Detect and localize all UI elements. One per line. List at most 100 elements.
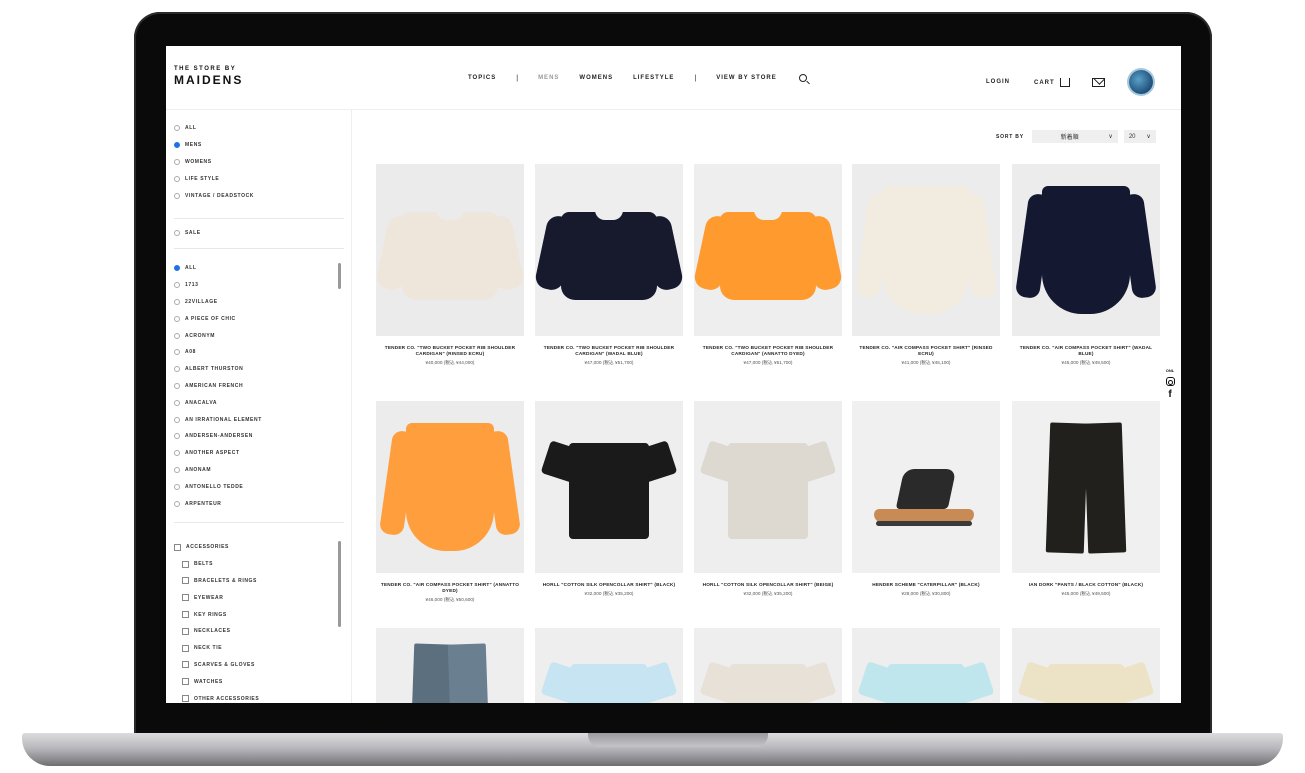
brand-radio[interactable]: [174, 315, 180, 322]
nav-womens[interactable]: WOMENS: [579, 75, 613, 81]
item-checkbox[interactable]: [174, 543, 181, 551]
item-filter-item[interactable]: NECKLACES: [174, 623, 344, 640]
brand-radio[interactable]: [174, 282, 180, 289]
product-card[interactable]: IAN DORK "PANTS / BLACK COTTON" (BLACK) ¥…: [1012, 401, 1160, 597]
brand-filter-item[interactable]: AN IRRATIONAL ELEMENT: [174, 411, 344, 428]
item-filter-item[interactable]: BRACELETS & RINGS: [174, 573, 344, 590]
item-filter-item[interactable]: WATCHES: [174, 673, 344, 690]
item-checkbox[interactable]: [182, 678, 189, 686]
brand-radio[interactable]: [174, 382, 180, 389]
item-filter-item[interactable]: SCARVES & GLOVES: [174, 657, 344, 674]
sort-select[interactable]: 新着順 ∨: [1031, 130, 1118, 143]
category-radio[interactable]: [174, 192, 180, 199]
sale-radio[interactable]: [174, 230, 180, 237]
brand-filter-item[interactable]: 1713: [174, 277, 344, 294]
brand-filter-item[interactable]: ANONAM: [174, 462, 344, 479]
product-card[interactable]: [694, 628, 842, 703]
product-card[interactable]: [376, 628, 524, 703]
brand-filter-item[interactable]: 22VILLAGE: [174, 294, 344, 311]
store-logo[interactable]: THE STORE BY MAIDENS: [174, 66, 243, 87]
product-card[interactable]: HENDER SCHEME "CATERPILLAR" (BLACK) ¥28,0…: [852, 401, 1000, 597]
product-card[interactable]: HORLL "COTTON SILK OPENCOLLAR SHIRT" (BL…: [535, 401, 683, 597]
nav-lifestyle[interactable]: LIFESTYLE: [633, 75, 674, 81]
product-name[interactable]: TENDER CO. "AIR COMPASS POCKET SHIRT" (W…: [1012, 345, 1160, 357]
product-name[interactable]: HORLL "COTTON SILK OPENCOLLAR SHIRT" (BE…: [694, 582, 842, 588]
search-icon[interactable]: [798, 74, 807, 82]
brand-filter-item[interactable]: ARPENTEUR: [174, 495, 344, 512]
brand-filter-item[interactable]: ALBERT THURSTON: [174, 361, 344, 378]
product-image[interactable]: [535, 628, 683, 703]
item-filter-item[interactable]: NECK TIE: [174, 640, 344, 657]
brand-filter-item[interactable]: ANOTHER ASPECT: [174, 445, 344, 462]
item-checkbox[interactable]: [182, 695, 189, 703]
product-image[interactable]: [694, 401, 842, 573]
cart-link[interactable]: CART: [1034, 77, 1071, 87]
facebook-icon[interactable]: f: [1160, 389, 1180, 400]
item-filter-item[interactable]: ACCESSORIES: [174, 539, 344, 556]
item-filter-list[interactable]: ACCESSORIES BELTS BRACELETS & RINGS EYEWEAR…: [174, 539, 344, 703]
item-filter-item[interactable]: EYEWEAR: [174, 589, 344, 606]
globe-icon[interactable]: [1129, 70, 1154, 94]
brand-filter-item[interactable]: ACRONYM: [174, 327, 344, 344]
item-checkbox[interactable]: [182, 627, 189, 635]
category-filter-item[interactable]: MENS: [174, 137, 344, 154]
product-name[interactable]: TENDER CO. "TWO BUCKET POCKET RIB SHOULD…: [376, 345, 524, 357]
category-filter-item[interactable]: ALL: [174, 120, 344, 137]
product-name[interactable]: TENDER CO. "TWO BUCKET POCKET RIB SHOULD…: [535, 345, 683, 357]
product-card[interactable]: TENDER CO. "TWO BUCKET POCKET RIB SHOULD…: [535, 164, 683, 366]
category-filter-item[interactable]: VINTAGE / DEADSTOCK: [174, 187, 344, 204]
brand-radio[interactable]: [174, 433, 180, 440]
nav-view-by-store[interactable]: VIEW BY STORE: [716, 75, 776, 81]
product-image[interactable]: [376, 401, 524, 573]
brand-filter-item[interactable]: ANDERSEN-ANDERSEN: [174, 428, 344, 445]
product-image[interactable]: [535, 164, 683, 336]
item-checkbox[interactable]: [182, 661, 189, 669]
product-name[interactable]: TENDER CO. "AIR COMPASS POCKET SHIRT" (R…: [852, 345, 1000, 357]
login-link[interactable]: LOGIN: [986, 79, 1010, 85]
category-radio[interactable]: [174, 175, 180, 182]
category-radio[interactable]: [174, 142, 180, 149]
brand-radio[interactable]: [174, 466, 180, 473]
product-card[interactable]: [1012, 628, 1160, 703]
brand-radio[interactable]: [174, 500, 180, 507]
product-card[interactable]: HORLL "COTTON SILK OPENCOLLAR SHIRT" (BE…: [694, 401, 842, 597]
item-checkbox[interactable]: [182, 560, 189, 568]
mail-icon[interactable]: [1092, 77, 1106, 87]
item-checkbox[interactable]: [182, 594, 189, 602]
brand-filter-item[interactable]: A08: [174, 344, 344, 361]
brand-radio[interactable]: [174, 366, 180, 373]
category-radio[interactable]: [174, 125, 180, 132]
brand-radio[interactable]: [174, 416, 180, 423]
brand-filter-item[interactable]: ANACALVA: [174, 394, 344, 411]
brand-filter-item[interactable]: ANTONELLO TEDDE: [174, 478, 344, 495]
item-filter-item[interactable]: KEY RINGS: [174, 606, 344, 623]
product-image[interactable]: [1012, 628, 1160, 703]
product-card[interactable]: [852, 628, 1000, 703]
product-image[interactable]: [852, 628, 1000, 703]
instagram-icon[interactable]: [1165, 377, 1175, 386]
product-card[interactable]: [535, 628, 683, 703]
product-image[interactable]: [694, 164, 842, 336]
item-checkbox[interactable]: [182, 611, 189, 619]
category-radio[interactable]: [174, 158, 180, 165]
brand-filter-item[interactable]: A PIECE OF CHIC: [174, 310, 344, 327]
brand-radio[interactable]: [174, 298, 180, 305]
category-filter-item[interactable]: WOMENS: [174, 154, 344, 171]
product-image[interactable]: [1012, 164, 1160, 336]
brand-radio[interactable]: [174, 399, 180, 406]
product-card[interactable]: TENDER CO. "TWO BUCKET POCKET RIB SHOULD…: [376, 164, 524, 366]
product-card[interactable]: TENDER CO. "TWO BUCKET POCKET RIB SHOULD…: [694, 164, 842, 366]
product-image[interactable]: [535, 401, 683, 573]
product-name[interactable]: IAN DORK "PANTS / BLACK COTTON" (BLACK): [1012, 582, 1160, 588]
product-name[interactable]: HENDER SCHEME "CATERPILLAR" (BLACK): [852, 582, 1000, 588]
item-list-scrollbar[interactable]: [338, 541, 341, 627]
product-card[interactable]: TENDER CO. "AIR COMPASS POCKET SHIRT" (R…: [852, 164, 1000, 366]
brand-radio[interactable]: [174, 349, 180, 356]
item-checkbox[interactable]: [182, 644, 189, 652]
per-page-select[interactable]: 20 ∨: [1123, 130, 1156, 143]
product-card[interactable]: TENDER CO. "AIR COMPASS POCKET SHIRT" (W…: [1012, 164, 1160, 366]
product-name[interactable]: TENDER CO. "TWO BUCKET POCKET RIB SHOULD…: [694, 345, 842, 357]
product-name[interactable]: HORLL "COTTON SILK OPENCOLLAR SHIRT" (BL…: [535, 582, 683, 588]
nav-topics[interactable]: TOPICS: [468, 75, 496, 81]
brand-list-scrollbar[interactable]: [338, 263, 341, 289]
